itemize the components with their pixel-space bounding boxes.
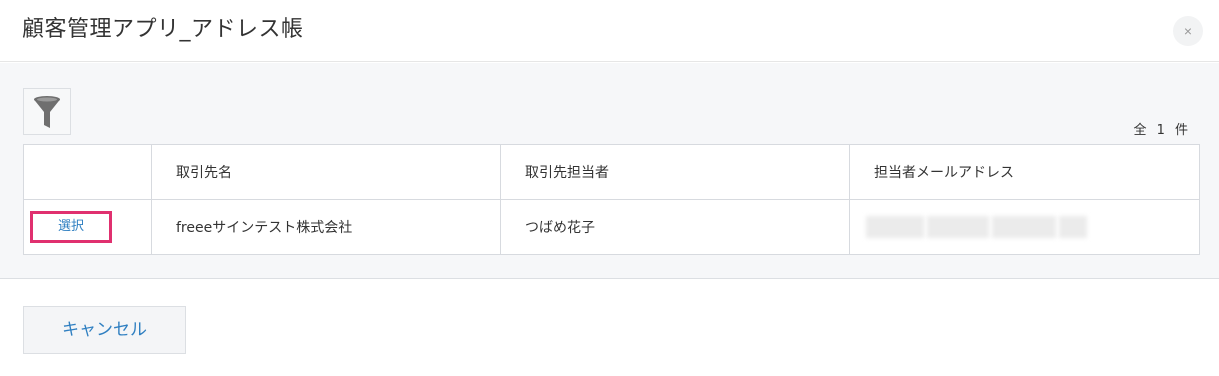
funnel-icon (34, 95, 60, 128)
dialog-header: 顧客管理アプリ_アドレス帳 × (0, 0, 1219, 62)
email-cell (849, 199, 1200, 255)
dialog-title: 顧客管理アプリ_アドレス帳 (22, 17, 304, 42)
redacted-email (866, 215, 1199, 239)
close-button[interactable]: × (1173, 16, 1203, 46)
company-cell: freeeサインテスト株式会社 (151, 199, 501, 255)
select-cell: 選択 (23, 199, 152, 255)
column-header-contact: 取引先担当者 (500, 144, 850, 200)
contact-cell: つばめ花子 (500, 199, 850, 255)
column-header-select (23, 144, 152, 200)
table-row: 選択 freeeサインテスト株式会社 つばめ花子 (23, 199, 1200, 255)
address-table: 取引先名 取引先担当者 担当者メールアドレス 選択 freeeサインテスト株式会… (23, 144, 1200, 255)
column-header-company: 取引先名 (151, 144, 501, 200)
table-header-row: 取引先名 取引先担当者 担当者メールアドレス (23, 144, 1200, 200)
address-book-dialog: 顧客管理アプリ_アドレス帳 × 全 1 件 取引先名 取引先担当者 担当者メール… (0, 0, 1219, 376)
filter-button[interactable] (23, 88, 71, 135)
cancel-button[interactable]: キャンセル (23, 306, 186, 354)
dialog-body: 全 1 件 取引先名 取引先担当者 担当者メールアドレス 選択 freeeサイン… (0, 63, 1219, 279)
dialog-footer: キャンセル (0, 280, 1219, 376)
column-header-email: 担当者メールアドレス (849, 144, 1200, 200)
record-count: 全 1 件 (1133, 123, 1191, 138)
close-icon: × (1183, 23, 1193, 39)
select-button[interactable]: 選択 (30, 211, 112, 243)
